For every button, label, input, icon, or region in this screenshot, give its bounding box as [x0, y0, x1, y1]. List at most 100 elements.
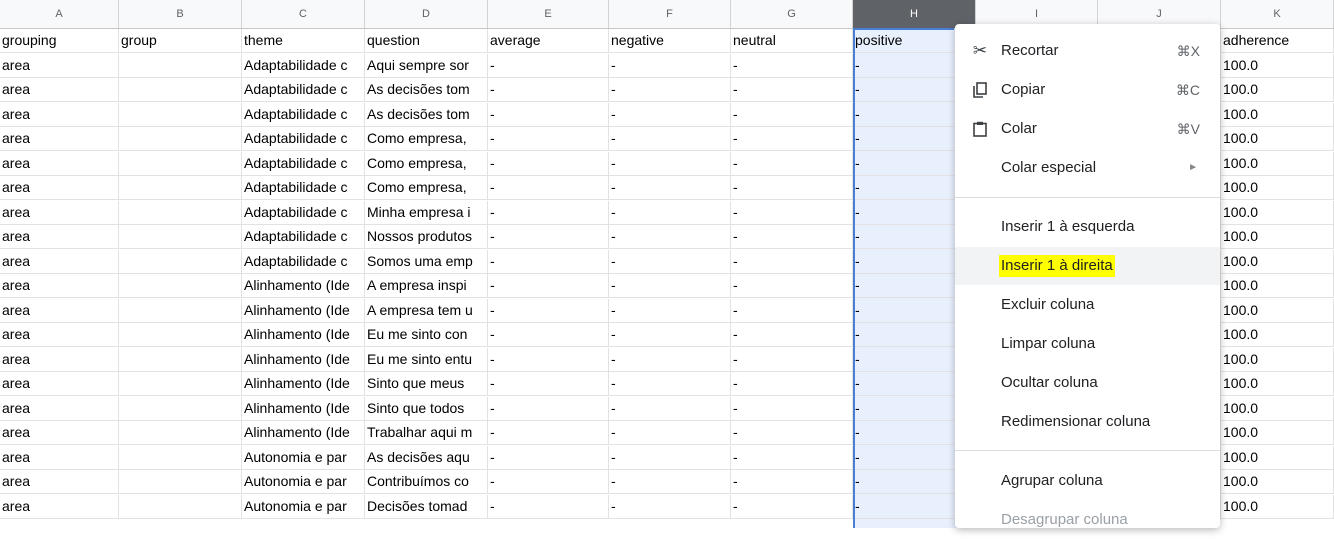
cell[interactable]: area: [0, 249, 119, 274]
menu-item-recortar[interactable]: ✂ Recortar ⌘X: [955, 32, 1220, 70]
cell[interactable]: area: [0, 372, 119, 396]
cell[interactable]: -: [731, 249, 853, 274]
cell[interactable]: -: [609, 200, 731, 225]
cell[interactable]: area: [0, 176, 119, 200]
cell[interactable]: Contribuímos co: [365, 470, 488, 494]
cell[interactable]: -: [609, 78, 731, 102]
cell[interactable]: -: [488, 53, 609, 78]
column-header-f[interactable]: F: [609, 0, 731, 28]
column-header-g[interactable]: G: [731, 0, 853, 28]
cell[interactable]: -: [731, 225, 853, 249]
cell[interactable]: area: [0, 78, 119, 102]
cell[interactable]: [119, 225, 242, 249]
cell[interactable]: Alinhamento (Ide: [242, 396, 365, 421]
column-header-e[interactable]: E: [488, 0, 609, 28]
column-header-k[interactable]: K: [1221, 0, 1334, 28]
cell[interactable]: Eu me sinto con: [365, 323, 488, 347]
menu-item-inserir-direita[interactable]: Inserir 1 à direita: [955, 247, 1220, 285]
cell[interactable]: Autonomia e par: [242, 494, 365, 519]
column-header-a[interactable]: A: [0, 0, 119, 28]
cell[interactable]: -: [488, 78, 609, 102]
cell[interactable]: As decisões aqu: [365, 445, 488, 470]
cell[interactable]: -: [609, 421, 731, 445]
cell[interactable]: area: [0, 494, 119, 519]
cell[interactable]: [119, 323, 242, 347]
cell[interactable]: [119, 470, 242, 494]
cell[interactable]: Alinhamento (Ide: [242, 347, 365, 372]
cell[interactable]: [119, 298, 242, 323]
cell[interactable]: area: [0, 274, 119, 298]
cell[interactable]: [119, 102, 242, 127]
cell[interactable]: -: [731, 494, 853, 519]
cell[interactable]: A empresa tem u: [365, 298, 488, 323]
cell[interactable]: Alinhamento (Ide: [242, 372, 365, 396]
menu-item-limpar-coluna[interactable]: Limpar coluna: [955, 325, 1220, 363]
cell[interactable]: -: [731, 274, 853, 298]
cell[interactable]: -: [731, 372, 853, 396]
cell[interactable]: -: [609, 372, 731, 396]
cell[interactable]: -: [731, 176, 853, 200]
cell[interactable]: -: [488, 421, 609, 445]
cell[interactable]: 100.0: [1221, 372, 1334, 396]
cell[interactable]: -: [731, 323, 853, 347]
cell[interactable]: -: [731, 78, 853, 102]
menu-item-excluir-coluna[interactable]: Excluir coluna: [955, 286, 1220, 324]
cell[interactable]: 100.0: [1221, 53, 1334, 78]
cell[interactable]: -: [488, 396, 609, 421]
cell[interactable]: -: [609, 127, 731, 151]
menu-item-colar-especial[interactable]: Colar especial ►: [955, 149, 1220, 187]
cell[interactable]: -: [731, 445, 853, 470]
cell[interactable]: -: [731, 151, 853, 176]
cell[interactable]: Adaptabilidade c: [242, 176, 365, 200]
cell[interactable]: -: [488, 274, 609, 298]
cell[interactable]: Minha empresa i: [365, 200, 488, 225]
menu-item-colar[interactable]: Colar ⌘V: [955, 110, 1220, 148]
cell[interactable]: 100.0: [1221, 274, 1334, 298]
cell[interactable]: area: [0, 347, 119, 372]
cell[interactable]: 100.0: [1221, 151, 1334, 176]
cell[interactable]: Autonomia e par: [242, 470, 365, 494]
cell[interactable]: -: [731, 298, 853, 323]
cell[interactable]: -: [609, 445, 731, 470]
cell[interactable]: area: [0, 421, 119, 445]
cell[interactable]: -: [488, 298, 609, 323]
cell[interactable]: -: [731, 127, 853, 151]
cell[interactable]: area: [0, 225, 119, 249]
cell[interactable]: 100.0: [1221, 176, 1334, 200]
cell[interactable]: Adaptabilidade c: [242, 151, 365, 176]
cell[interactable]: -: [488, 225, 609, 249]
cell[interactable]: -: [488, 445, 609, 470]
column-header-b[interactable]: B: [119, 0, 242, 28]
cell[interactable]: -: [488, 372, 609, 396]
cell[interactable]: area: [0, 445, 119, 470]
cell[interactable]: adherence: [1221, 29, 1334, 53]
cell[interactable]: -: [609, 396, 731, 421]
cell[interactable]: area: [0, 470, 119, 494]
cell[interactable]: area: [0, 127, 119, 151]
cell[interactable]: group: [119, 29, 242, 53]
cell[interactable]: Adaptabilidade c: [242, 225, 365, 249]
cell[interactable]: 100.0: [1221, 494, 1334, 519]
cell[interactable]: -: [731, 470, 853, 494]
cell[interactable]: [119, 249, 242, 274]
cell[interactable]: -: [731, 347, 853, 372]
cell[interactable]: 100.0: [1221, 127, 1334, 151]
cell[interactable]: -: [488, 127, 609, 151]
cell[interactable]: -: [488, 151, 609, 176]
cell[interactable]: [119, 347, 242, 372]
cell[interactable]: 100.0: [1221, 470, 1334, 494]
cell[interactable]: Como empresa,: [365, 127, 488, 151]
cell[interactable]: Como empresa,: [365, 176, 488, 200]
cell[interactable]: -: [488, 200, 609, 225]
cell[interactable]: [119, 396, 242, 421]
cell[interactable]: [119, 274, 242, 298]
cell[interactable]: -: [609, 470, 731, 494]
cell[interactable]: -: [488, 470, 609, 494]
cell[interactable]: 100.0: [1221, 396, 1334, 421]
cell[interactable]: -: [731, 53, 853, 78]
cell[interactable]: 100.0: [1221, 347, 1334, 372]
cell[interactable]: grouping: [0, 29, 119, 53]
cell[interactable]: [119, 127, 242, 151]
cell[interactable]: neutral: [731, 29, 853, 53]
cell[interactable]: Alinhamento (Ide: [242, 323, 365, 347]
